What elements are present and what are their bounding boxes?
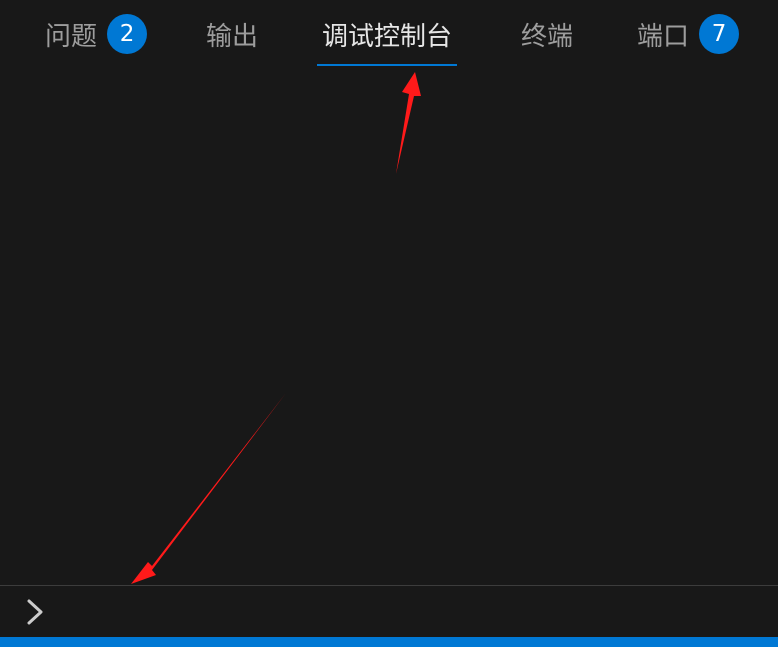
tab-debug-console-label: 调试控制台	[322, 21, 453, 52]
debug-console-input-row[interactable]	[0, 585, 778, 636]
ports-count-badge: 7	[699, 14, 740, 54]
active-tab-indicator	[317, 64, 458, 66]
tab-output-label: 输出	[206, 21, 259, 52]
tab-problems[interactable]: 问题 2	[45, 0, 148, 68]
status-bar	[0, 637, 778, 647]
tab-debug-console[interactable]: 调试控制台	[317, 0, 458, 68]
tab-ports-label: 端口	[637, 21, 690, 52]
debug-console-repl-input[interactable]	[60, 594, 764, 630]
tab-ports[interactable]: 端口 7	[637, 0, 740, 68]
debug-console-output[interactable]	[0, 80, 778, 585]
tab-terminal-label: 终端	[521, 21, 574, 52]
tab-terminal[interactable]: 终端	[521, 0, 573, 68]
tab-problems-label: 问题	[45, 21, 98, 52]
chevron-right-icon	[27, 599, 43, 625]
panel-tab-bar: 问题 2 输出 调试控制台 终端 端口 7	[0, 0, 778, 80]
problems-count-badge: 2	[107, 14, 148, 54]
tab-output[interactable]: 输出	[206, 0, 258, 68]
debug-panel: 问题 2 输出 调试控制台 终端 端口 7	[0, 0, 778, 647]
